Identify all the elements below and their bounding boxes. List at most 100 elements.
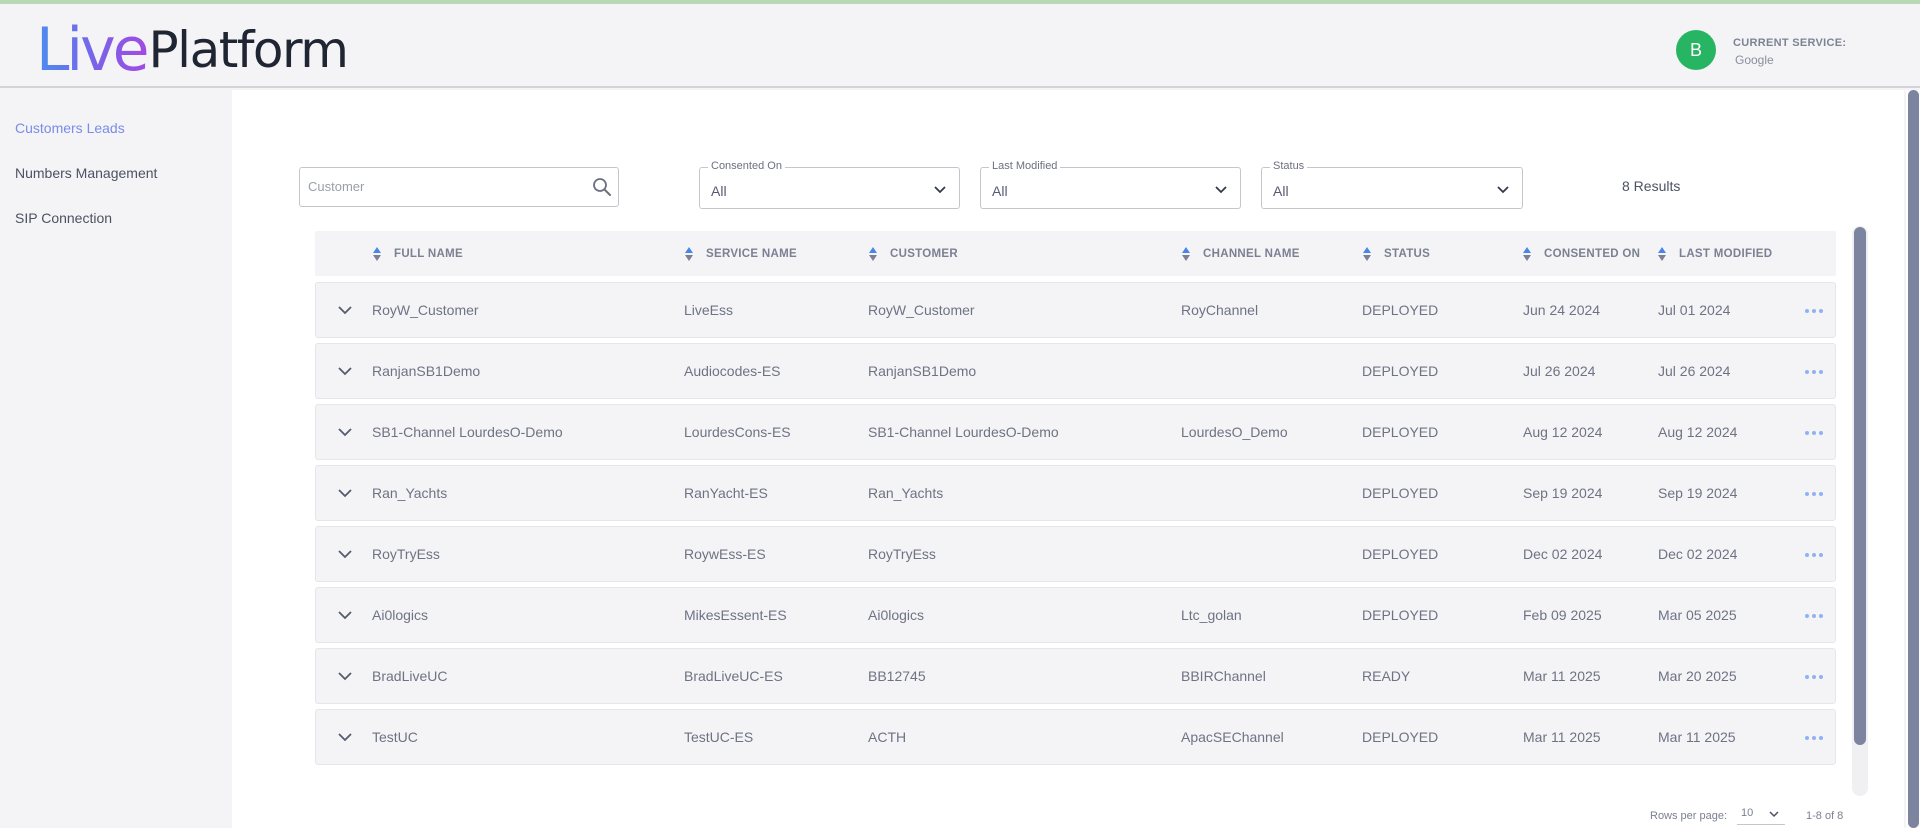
cell-customer: BB12745: [868, 668, 926, 684]
sidebar: Customers Leads Numbers Management SIP C…: [0, 90, 232, 828]
cell-consented-on: Sep 19 2024: [1523, 485, 1603, 501]
status-filter[interactable]: Status All: [1261, 160, 1523, 209]
column-label: FULL NAME: [394, 247, 463, 260]
expand-chevron-icon[interactable]: [336, 362, 354, 380]
expand-chevron-icon[interactable]: [336, 606, 354, 624]
cell-full-name: TestUC: [372, 729, 418, 745]
cell-last-modified: Mar 20 2025: [1658, 668, 1737, 684]
cell-service-name: TestUC-ES: [684, 729, 754, 745]
expand-chevron-icon[interactable]: [336, 484, 354, 502]
user-avatar[interactable]: B: [1676, 30, 1716, 70]
cell-last-modified: Dec 02 2024: [1658, 546, 1738, 562]
app-header: Live Platform B CURRENT SERVICE: Google: [0, 4, 1920, 88]
more-icon[interactable]: [1803, 490, 1825, 498]
expand-chevron-icon[interactable]: [336, 545, 354, 563]
more-icon[interactable]: [1803, 734, 1825, 742]
logo-live-text: Live: [36, 15, 150, 85]
cell-consented-on: Mar 11 2025: [1523, 668, 1601, 684]
column-label: LAST MODIFIED: [1679, 247, 1773, 260]
column-label: SERVICE NAME: [706, 247, 797, 260]
sort-icon: [1658, 246, 1666, 261]
table-row[interactable]: Ai0logics MikesEssent-ES Ai0logics Ltc_gola…: [315, 587, 1836, 643]
more-icon[interactable]: [1803, 551, 1825, 559]
cell-consented-on: Dec 02 2024: [1523, 546, 1603, 562]
table-row[interactable]: Ran_Yachts RanYacht-ES Ran_Yachts DEPLOYED S…: [315, 465, 1836, 521]
chevron-down-icon: [1215, 186, 1227, 194]
expand-chevron-icon[interactable]: [336, 301, 354, 319]
cell-full-name: BradLiveUC: [372, 668, 448, 684]
column-header-last-modified[interactable]: LAST MODIFIED: [1657, 231, 1772, 276]
cell-status: DEPLOYED: [1362, 424, 1439, 440]
cell-service-name: LourdesCons-ES: [684, 424, 791, 440]
cell-full-name: RoyW_Customer: [372, 302, 479, 318]
cell-last-modified: Aug 12 2024: [1658, 424, 1738, 440]
customer-search-box: [299, 167, 619, 207]
results-count: 8 Results: [1622, 178, 1681, 194]
expand-chevron-icon[interactable]: [336, 423, 354, 441]
more-icon[interactable]: [1803, 368, 1825, 376]
column-header-consented-on[interactable]: CONSENTED ON: [1522, 231, 1640, 276]
sidebar-item-numbers-management[interactable]: Numbers Management: [15, 165, 157, 181]
customer-search-input[interactable]: [308, 174, 578, 198]
chevron-down-icon: [1497, 186, 1509, 194]
liveplatform-logo[interactable]: Live Platform: [36, 15, 349, 85]
cell-channel-name: LourdesO_Demo: [1181, 424, 1288, 440]
sort-icon: [373, 246, 381, 261]
more-icon[interactable]: [1803, 307, 1825, 315]
more-icon[interactable]: [1803, 429, 1825, 437]
column-label: CONSENTED ON: [1544, 247, 1641, 260]
sort-icon: [1523, 246, 1531, 261]
filter-label: Status: [1270, 160, 1308, 172]
more-icon[interactable]: [1803, 673, 1825, 681]
filter-value: All: [711, 183, 727, 199]
cell-customer: RoyTryEss: [868, 546, 936, 562]
table-row[interactable]: RanjanSB1Demo Audiocodes-ES RanjanSB1Demo D…: [315, 343, 1836, 399]
column-header-full-name[interactable]: FULL NAME: [372, 231, 463, 276]
sidebar-item-customers-leads[interactable]: Customers Leads: [15, 120, 125, 136]
cell-consented-on: Jul 26 2024: [1523, 363, 1596, 379]
cell-full-name: RoyTryEss: [372, 546, 440, 562]
column-header-channel-name[interactable]: CHANNEL NAME: [1181, 231, 1300, 276]
cell-status: DEPLOYED: [1362, 729, 1439, 745]
consented-on-filter[interactable]: Consented On All: [699, 160, 960, 209]
cell-service-name: MikesEssent-ES: [684, 607, 787, 623]
rows-per-page-select[interactable]: 10: [1737, 803, 1785, 825]
filter-value: All: [992, 183, 1008, 199]
table-scrollbar-thumb[interactable]: [1854, 227, 1866, 745]
cell-status: DEPLOYED: [1362, 546, 1439, 562]
sort-icon: [1182, 246, 1190, 261]
cell-status: DEPLOYED: [1362, 302, 1439, 318]
search-icon[interactable]: [592, 177, 612, 197]
cell-consented-on: Feb 09 2025: [1523, 607, 1602, 623]
table-row[interactable]: BradLiveUC BradLiveUC-ES BB12745 BBIRChanne…: [315, 648, 1836, 704]
table-header: FULL NAME SERVICE NAME CUSTOMER CHANNEL …: [315, 231, 1836, 276]
expand-chevron-icon[interactable]: [336, 667, 354, 685]
cell-customer: ACTH: [868, 729, 907, 745]
cell-customer: Ran_Yachts: [868, 485, 944, 501]
expand-chevron-icon[interactable]: [336, 728, 354, 746]
sidebar-item-sip-connection[interactable]: SIP Connection: [15, 210, 112, 226]
cell-service-name: Audiocodes-ES: [684, 363, 781, 379]
table-row[interactable]: TestUC TestUC-ES ACTH ApacSEChannel DEPLOYED…: [315, 709, 1836, 765]
sort-icon: [869, 246, 877, 261]
cell-consented-on: Mar 11 2025: [1523, 729, 1601, 745]
cell-service-name: RanYacht-ES: [684, 485, 768, 501]
column-label: CUSTOMER: [890, 247, 958, 260]
page-scrollbar-thumb[interactable]: [1908, 90, 1919, 828]
cell-full-name: RanjanSB1Demo: [372, 363, 481, 379]
sort-icon: [685, 246, 693, 261]
more-icon[interactable]: [1803, 612, 1825, 620]
column-header-status[interactable]: STATUS: [1362, 231, 1430, 276]
cell-full-name: Ran_Yachts: [372, 485, 448, 501]
cell-channel-name: BBIRChannel: [1181, 668, 1266, 684]
table-row[interactable]: RoyTryEss RoywEss-ES RoyTryEss DEPLOYED Dec …: [315, 526, 1836, 582]
cell-service-name: LiveEss: [684, 302, 734, 318]
table-row[interactable]: RoyW_Customer LiveEss RoyW_Customer RoyChan…: [315, 282, 1836, 338]
cell-customer: SB1-Channel LourdesO-Demo: [868, 424, 1059, 440]
column-header-service-name[interactable]: SERVICE NAME: [684, 231, 797, 276]
last-modified-filter[interactable]: Last Modified All: [980, 160, 1241, 209]
chevron-down-icon: [1769, 811, 1779, 818]
rows-per-page-value: 10: [1741, 807, 1754, 819]
column-header-customer[interactable]: CUSTOMER: [868, 231, 958, 276]
table-row[interactable]: SB1-Channel LourdesO-Demo LourdesCons-ES S…: [315, 404, 1836, 460]
